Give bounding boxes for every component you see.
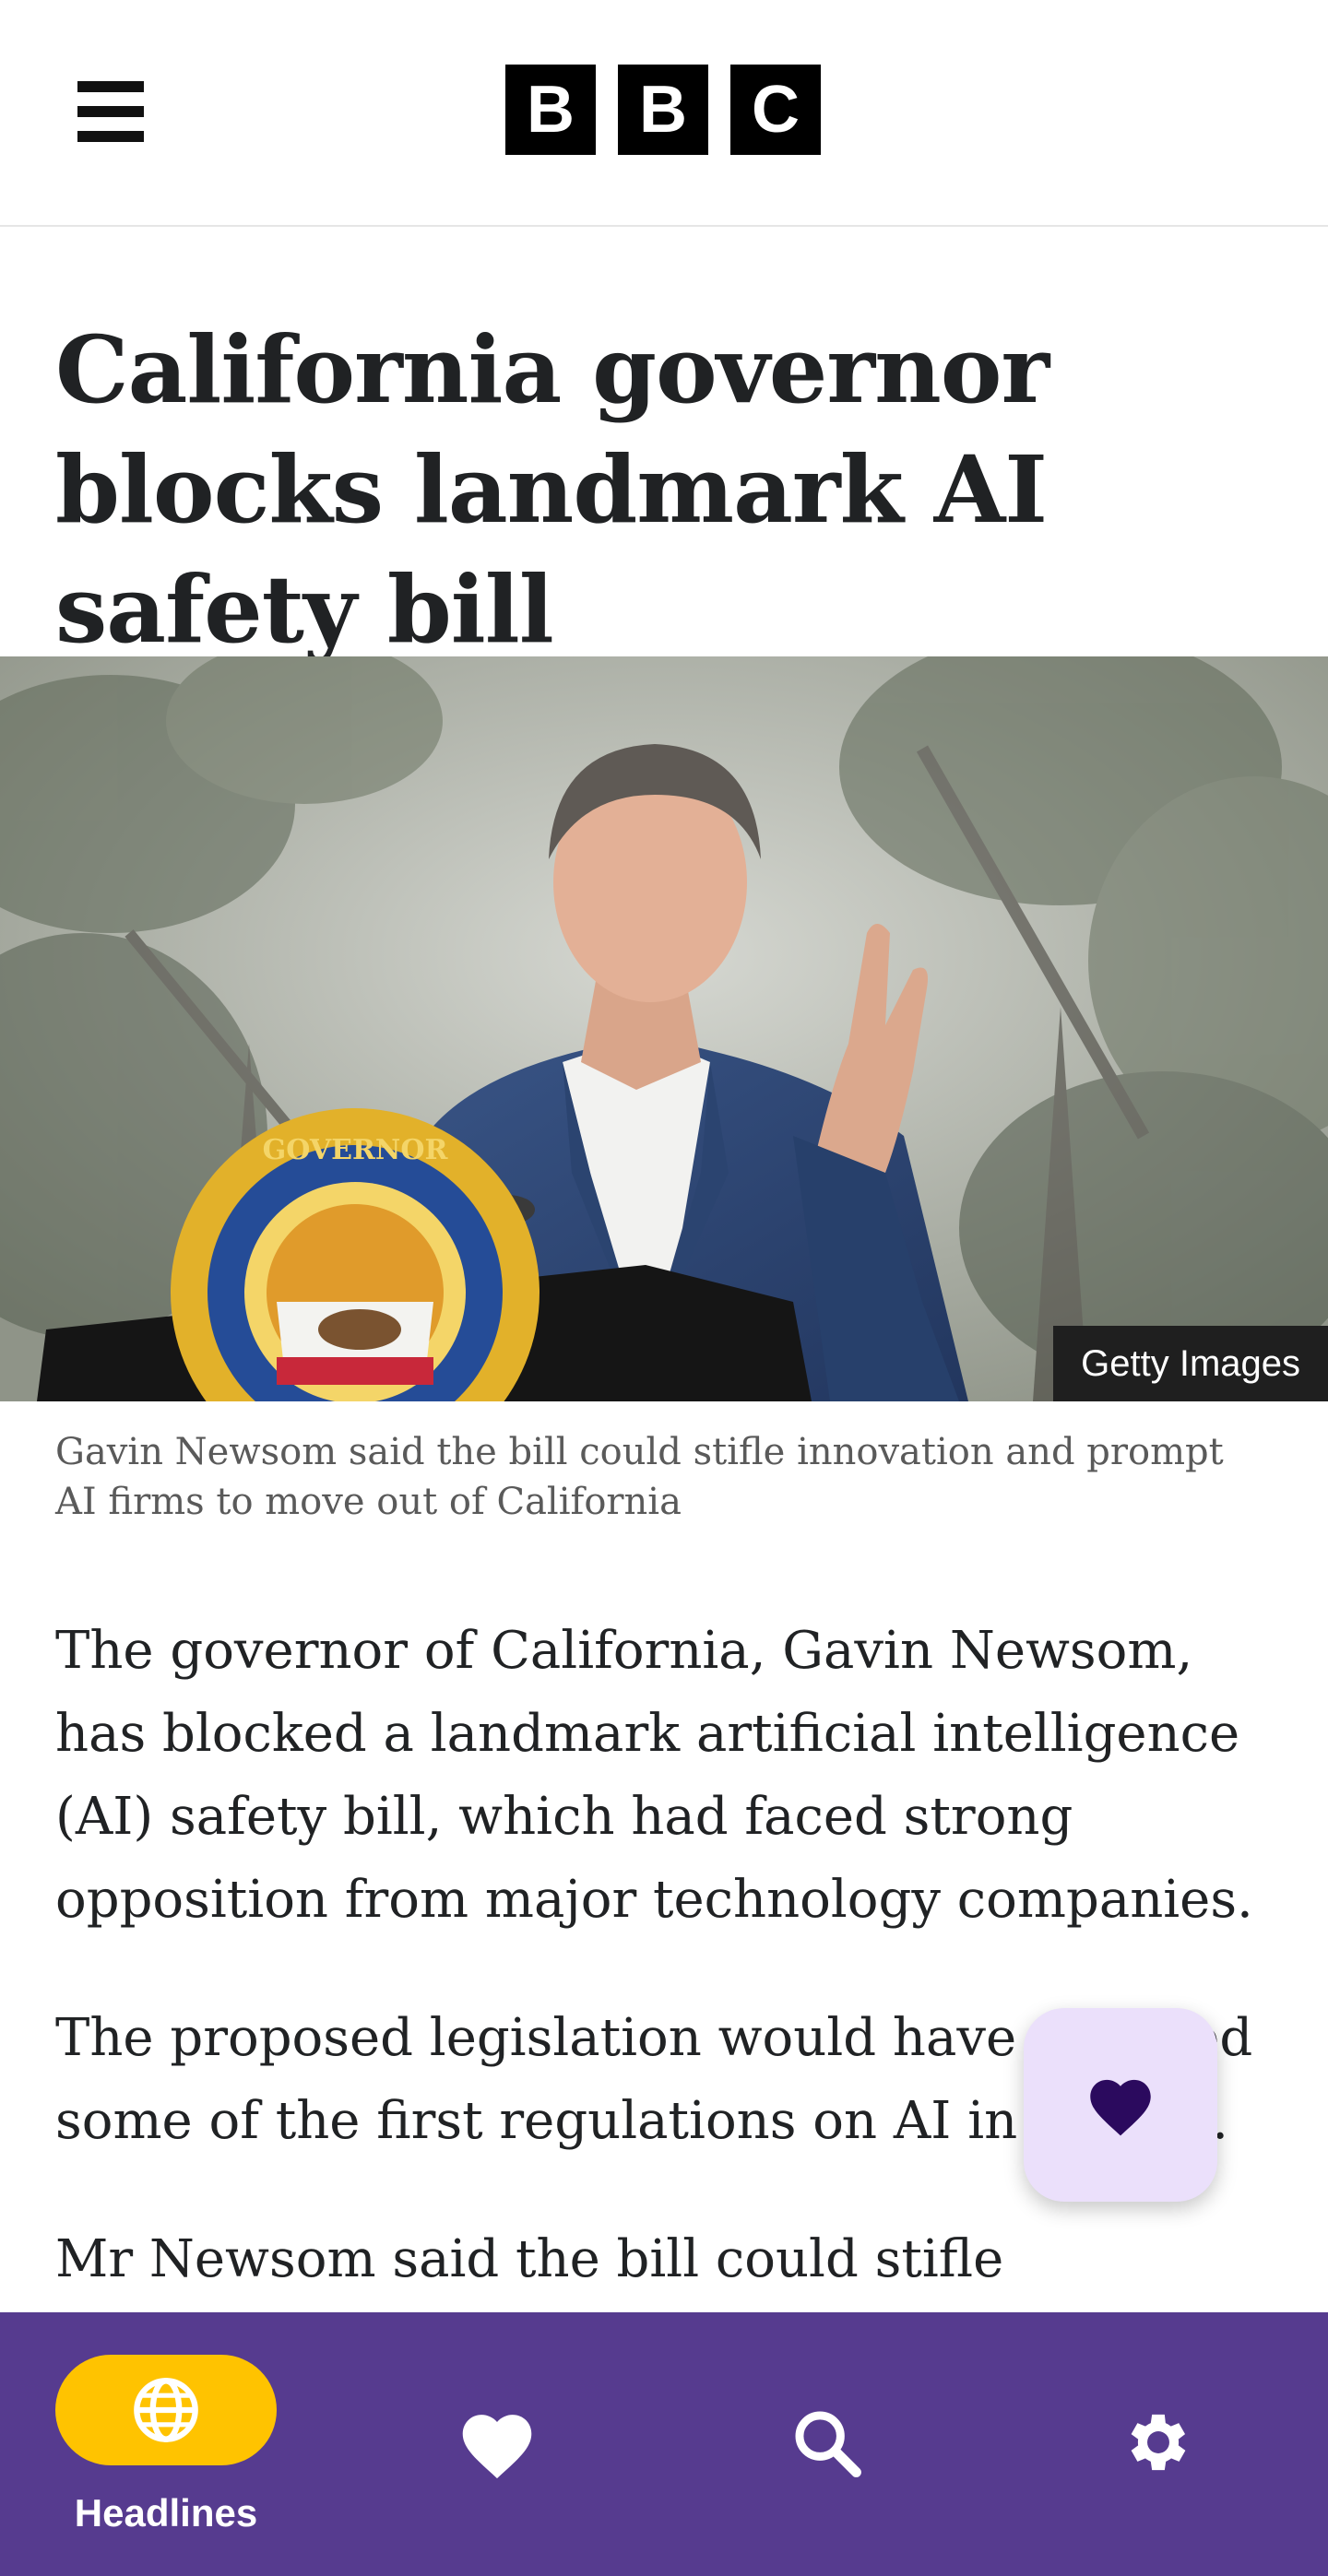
globe-icon bbox=[134, 2378, 198, 2442]
nav-tab-search[interactable] bbox=[788, 2405, 872, 2487]
image-caption: Gavin Newsom said the bill could stifle … bbox=[55, 1431, 1224, 1523]
article-hero-image: GOVERNOR Getty Images bbox=[0, 656, 1328, 1401]
gear-icon bbox=[1131, 2414, 1186, 2471]
logo-block-c: C bbox=[730, 65, 821, 155]
heart-icon bbox=[462, 2415, 532, 2479]
save-article-button[interactable] bbox=[1024, 2008, 1217, 2202]
nav-label-headlines: Headlines bbox=[74, 2491, 258, 2535]
bbc-logo[interactable]: B B C bbox=[505, 65, 821, 155]
hero-photo-illustration: GOVERNOR bbox=[0, 656, 1328, 1401]
top-header: B B C bbox=[0, 0, 1328, 227]
hamburger-menu-icon[interactable] bbox=[77, 81, 144, 142]
image-credit: Getty Images bbox=[1053, 1326, 1328, 1401]
logo-block-b1: B bbox=[505, 65, 596, 155]
heart-icon bbox=[1090, 2079, 1151, 2136]
bottom-navigation: Headlines bbox=[0, 2312, 1328, 2576]
active-tab-indicator bbox=[55, 2355, 277, 2465]
logo-block-b2: B bbox=[618, 65, 708, 155]
nav-tab-settings[interactable] bbox=[1120, 2405, 1204, 2487]
nav-tab-favourites[interactable] bbox=[456, 2405, 539, 2487]
svg-text:GOVERNOR: GOVERNOR bbox=[263, 1134, 449, 1166]
article-headline: California governor blocks landmark AI s… bbox=[55, 315, 1049, 664]
nav-tab-headlines[interactable]: Headlines bbox=[0, 2312, 332, 2576]
article-paragraph: The governor of California, Gavin Newsom… bbox=[55, 1621, 1253, 1930]
search-icon bbox=[795, 2411, 861, 2477]
